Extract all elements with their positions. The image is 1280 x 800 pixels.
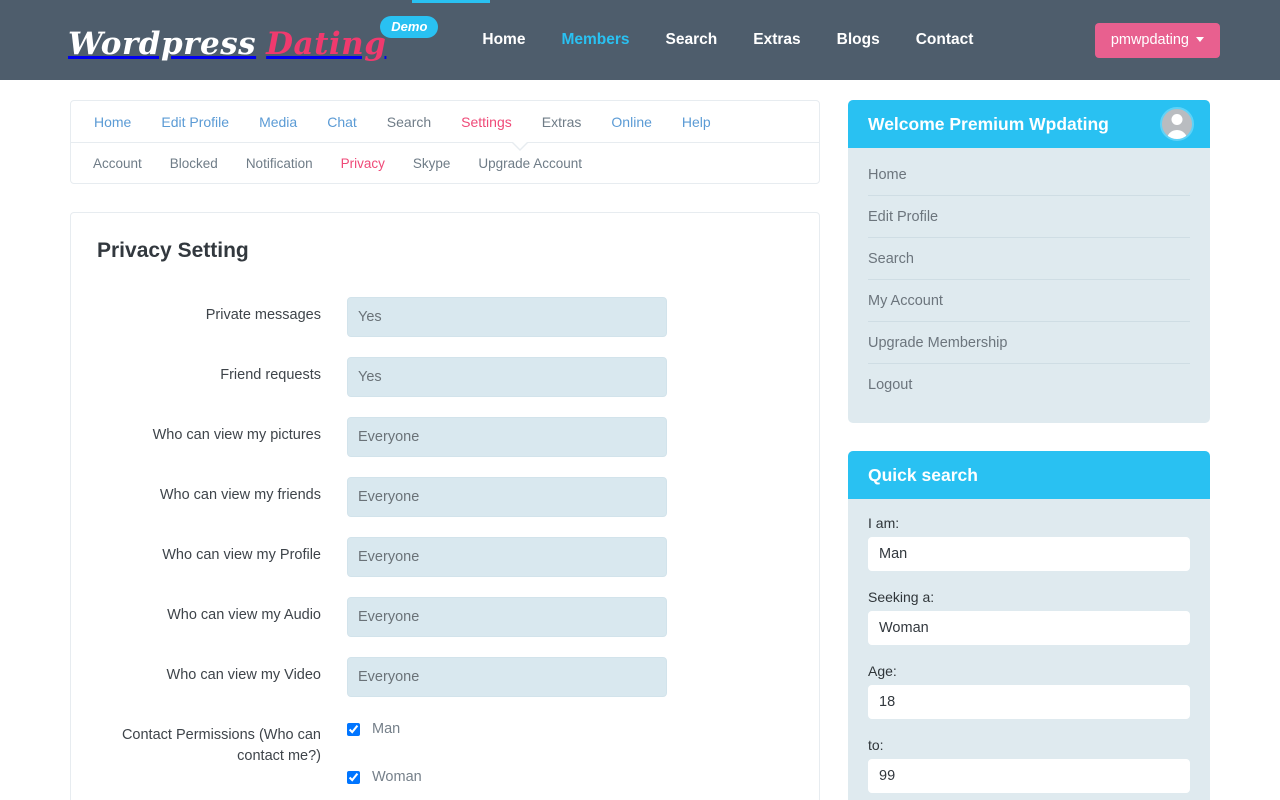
select-private-messages[interactable]: Yes xyxy=(347,297,667,337)
form-row-contact-permissions: Contact Permissions (Who can contact me?… xyxy=(97,717,789,800)
welcome-panel-header: Welcome Premium Wpdating xyxy=(848,100,1210,148)
demo-badge: Demo xyxy=(380,15,439,39)
site-logo[interactable]: Wordpress Dating Demo xyxy=(68,15,439,62)
quick-search-body: I am: Man Seeking a: Woman Age: 18 to: 9… xyxy=(848,499,1210,800)
chevron-down-icon xyxy=(1196,37,1204,42)
label-view-friends: Who can view my friends xyxy=(159,487,321,503)
select-view-pictures[interactable]: Everyone xyxy=(347,417,667,457)
label-view-profile: Who can view my Profile xyxy=(162,547,321,563)
select-i-am[interactable]: Man xyxy=(868,537,1190,571)
subnav-item-help[interactable]: Help xyxy=(667,114,726,130)
label-friend-requests: Friend requests xyxy=(220,367,321,383)
label-i-am: I am: xyxy=(868,515,900,531)
label-private-messages: Private messages xyxy=(205,307,321,323)
sidebar-column: Welcome Premium Wpdating Home Edit Profi… xyxy=(848,100,1210,800)
logo-word-wordpress: Wordpress xyxy=(68,25,257,62)
subnav-item-blocked[interactable]: Blocked xyxy=(156,156,232,171)
subnav-item-extras[interactable]: Extras xyxy=(527,114,597,130)
label-view-pictures: Who can view my pictures xyxy=(152,427,321,443)
form-row-view-audio: Who can view my Audio Everyone xyxy=(97,597,789,637)
nav-item-home[interactable]: Home xyxy=(464,0,543,80)
label-view-audio: Who can view my Audio xyxy=(167,607,321,623)
active-nav-indicator xyxy=(412,0,490,3)
form-row-view-video: Who can view my Video Everyone xyxy=(97,657,789,697)
subnav-item-account[interactable]: Account xyxy=(79,156,156,171)
sidebar-item-search[interactable]: Search xyxy=(868,238,1190,280)
sidebar-item-edit-profile[interactable]: Edit Profile xyxy=(868,196,1190,238)
header-right-area: pmwpdating xyxy=(1094,22,1220,58)
label-seeking-a: Seeking a: xyxy=(868,589,935,605)
sidebar-item-home[interactable]: Home xyxy=(868,154,1190,196)
select-seeking-a[interactable]: Woman xyxy=(868,611,1190,645)
privacy-setting-card: Privacy Setting Private messages Yes Fri… xyxy=(70,212,820,800)
checkbox-label-man[interactable]: Man xyxy=(372,721,400,737)
nav-item-extras[interactable]: Extras xyxy=(735,0,818,80)
form-row-private-messages: Private messages Yes xyxy=(97,297,789,337)
nav-item-blogs[interactable]: Blogs xyxy=(819,0,898,80)
form-row-view-friends: Who can view my friends Everyone xyxy=(97,477,789,517)
select-age-to[interactable]: 99 xyxy=(868,759,1190,793)
page-body: Home Edit Profile Media Chat Search Sett… xyxy=(0,80,1280,800)
welcome-panel: Welcome Premium Wpdating Home Edit Profi… xyxy=(848,100,1210,423)
welcome-panel-title: Welcome Premium Wpdating xyxy=(868,113,1109,134)
sidebar-item-upgrade-membership[interactable]: Upgrade Membership xyxy=(868,322,1190,364)
quick-search-panel: Quick search I am: Man Seeking a: Woman … xyxy=(848,451,1210,800)
nav-item-contact[interactable]: Contact xyxy=(898,0,992,80)
subnav-item-privacy[interactable]: Privacy xyxy=(327,156,399,171)
subnav-item-chat[interactable]: Chat xyxy=(312,114,372,130)
form-row-friend-requests: Friend requests Yes xyxy=(97,357,789,397)
user-avatar-icon xyxy=(1160,107,1194,141)
contact-permissions-group: Man Woman xyxy=(347,717,667,800)
checkbox-row-woman: Woman xyxy=(347,769,667,785)
nav-item-search[interactable]: Search xyxy=(648,0,736,80)
form-row-view-pictures: Who can view my pictures Everyone xyxy=(97,417,789,457)
sidebar-item-my-account[interactable]: My Account xyxy=(868,280,1190,322)
site-header: Wordpress Dating Demo Home Members Searc… xyxy=(0,0,1280,80)
checkbox-row-man: Man xyxy=(347,721,667,737)
quick-search-header: Quick search xyxy=(848,451,1210,499)
form-row-view-profile: Who can view my Profile Everyone xyxy=(97,537,789,577)
quick-search-title: Quick search xyxy=(868,464,978,485)
subnav-item-settings[interactable]: Settings xyxy=(446,114,527,130)
subnav-item-skype[interactable]: Skype xyxy=(399,156,465,171)
label-contact-permissions: Contact Permissions (Who can contact me?… xyxy=(121,727,321,764)
checkbox-woman[interactable] xyxy=(347,770,360,784)
member-subnav-card: Home Edit Profile Media Chat Search Sett… xyxy=(70,100,820,184)
subnav-pointer-notch xyxy=(511,141,529,151)
sidebar-item-logout[interactable]: Logout xyxy=(868,364,1190,405)
subnav-item-home[interactable]: Home xyxy=(79,114,146,130)
main-column: Home Edit Profile Media Chat Search Sett… xyxy=(70,100,820,800)
label-age-from: Age: xyxy=(868,663,897,679)
select-view-profile[interactable]: Everyone xyxy=(347,537,667,577)
logo-word-dating: Dating xyxy=(266,25,387,62)
subnav-item-media[interactable]: Media xyxy=(244,114,312,130)
page-title: Privacy Setting xyxy=(97,239,249,262)
select-age-from[interactable]: 18 xyxy=(868,685,1190,719)
user-menu-label: pmwpdating xyxy=(1110,31,1189,48)
select-view-audio[interactable]: Everyone xyxy=(347,597,667,637)
subnav-item-online[interactable]: Online xyxy=(596,114,666,130)
subnav-item-upgrade-account[interactable]: Upgrade Account xyxy=(464,156,596,171)
member-subnav-primary: Home Edit Profile Media Chat Search Sett… xyxy=(71,101,819,143)
nav-item-members[interactable]: Members xyxy=(543,0,647,80)
member-subnav-secondary: Account Blocked Notification Privacy Sky… xyxy=(71,141,819,183)
label-age-to: to: xyxy=(868,737,884,753)
label-view-video: Who can view my Video xyxy=(166,667,321,683)
main-navigation: Home Members Search Extras Blogs Contact xyxy=(464,0,991,80)
select-view-video[interactable]: Everyone xyxy=(347,657,667,697)
checkbox-label-woman[interactable]: Woman xyxy=(372,769,422,785)
subnav-item-edit-profile[interactable]: Edit Profile xyxy=(146,114,244,130)
subnav-item-notification[interactable]: Notification xyxy=(232,156,327,171)
welcome-panel-links: Home Edit Profile Search My Account Upgr… xyxy=(848,148,1210,423)
select-friend-requests[interactable]: Yes xyxy=(347,357,667,397)
user-menu-button[interactable]: pmwpdating xyxy=(1094,22,1220,58)
subnav-item-search[interactable]: Search xyxy=(372,114,446,130)
select-view-friends[interactable]: Everyone xyxy=(347,477,667,517)
checkbox-man[interactable] xyxy=(347,722,360,736)
